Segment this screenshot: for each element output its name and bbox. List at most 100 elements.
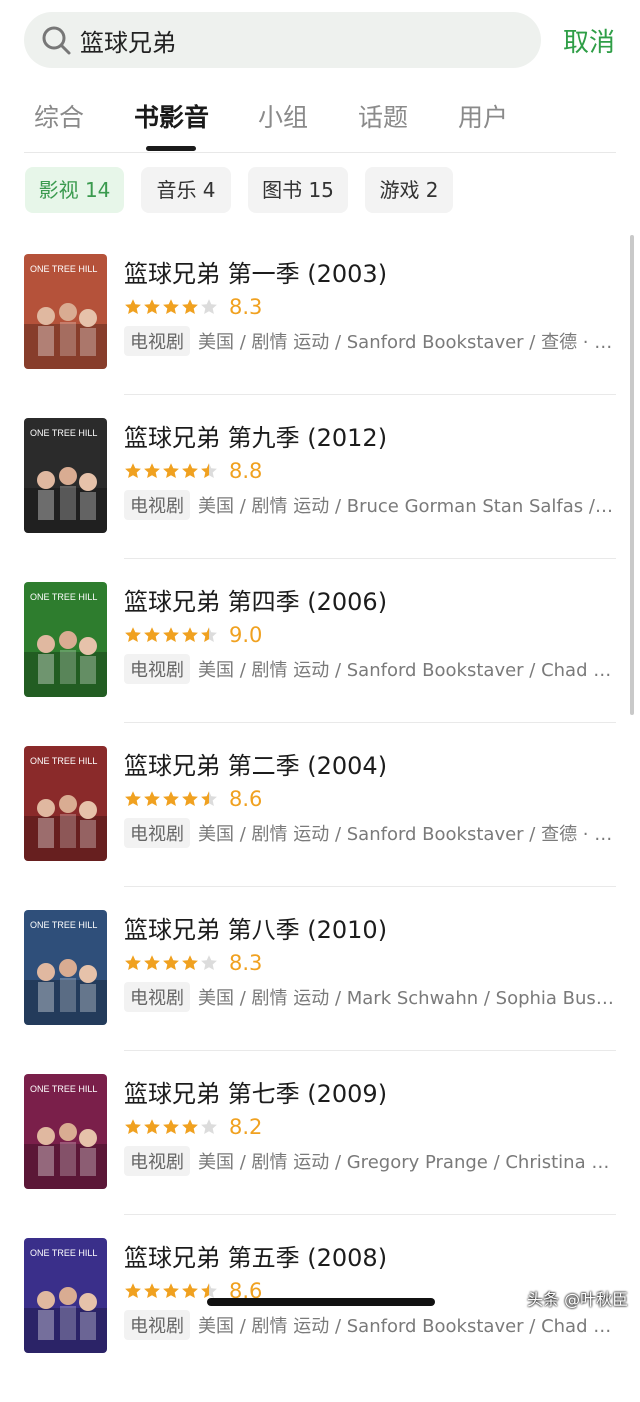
star-icon (182, 627, 198, 642)
result-title[interactable]: 篮球兄弟 第七季 (2009) (124, 1074, 387, 1109)
star-icon (144, 627, 160, 642)
star-icon (144, 463, 160, 478)
type-tag: 电视剧 (124, 818, 190, 848)
meta-row: 电视剧 美国 / 剧情 运动 / Mark Schwahn / Sophia Bu… (124, 982, 614, 1012)
active-tab-indicator (146, 146, 196, 151)
star-icon (182, 1119, 198, 1134)
rating-score: 8.3 (229, 295, 263, 319)
star-icon (144, 791, 160, 806)
result-title[interactable]: 篮球兄弟 第九季 (2012) (124, 418, 387, 453)
star-icon (201, 463, 217, 478)
filter-chip-film[interactable]: 影视 14 (25, 167, 124, 213)
star-icon (182, 299, 198, 314)
star-icon (125, 1119, 141, 1134)
tab-users[interactable]: 用户 (458, 98, 508, 134)
result-title[interactable]: 篮球兄弟 第四季 (2006) (124, 582, 387, 617)
meta-row: 电视剧 美国 / 剧情 运动 / Bruce Gorman Stan Salfas… (124, 490, 614, 520)
poster-logo-text: ONE TREE HILL (30, 920, 97, 930)
list-item[interactable]: ONE TREE HILL 篮球兄弟 第五季 (2008) 8.6 电视剧 美国 / 剧… (0, 1238, 640, 1402)
star-icon (163, 955, 179, 970)
star-icon (125, 955, 141, 970)
row-divider (124, 1214, 616, 1215)
result-title[interactable]: 篮球兄弟 第二季 (2004) (124, 746, 387, 781)
rating-score: 8.3 (229, 951, 263, 975)
rating-stars (124, 298, 219, 316)
list-item[interactable]: ONE TREE HILL 篮球兄弟 第二季 (2004) 8.6 电视剧 美国 / 剧… (0, 746, 640, 910)
category-tabs: 综合 书影音 小组 话题 用户 (0, 88, 640, 151)
search-input[interactable]: 篮球兄弟 (80, 23, 176, 58)
result-meta: 美国 / 剧情 运动 / Sanford Bookstaver / 查德 · … (198, 824, 613, 845)
search-icon (42, 26, 71, 55)
watermark: 头条 @叶秋臣 (527, 1290, 629, 1309)
row-divider (124, 1050, 616, 1051)
filter-chip-games[interactable]: 游戏 2 (365, 167, 453, 213)
star-icon (182, 463, 198, 478)
star-icon (144, 299, 160, 314)
result-title[interactable]: 篮球兄弟 第一季 (2003) (124, 254, 387, 289)
rating-row: 8.6 (124, 786, 262, 812)
result-meta: 美国 / 剧情 运动 / Sanford Bookstaver / 查德 · … (198, 332, 613, 353)
tab-media[interactable]: 书影音 (134, 98, 209, 134)
search-bar[interactable]: 篮球兄弟 (24, 12, 541, 68)
meta-row: 电视剧 美国 / 剧情 运动 / Sanford Bookstaver / Cha… (124, 654, 614, 684)
type-tag: 电视剧 (124, 490, 190, 520)
type-tag: 电视剧 (124, 1310, 190, 1340)
result-meta: 美国 / 剧情 运动 / Sanford Bookstaver / Chad M… (198, 1316, 614, 1337)
star-icon (201, 1119, 217, 1134)
star-icon (163, 299, 179, 314)
rating-row: 8.3 (124, 294, 262, 320)
poster-image[interactable]: ONE TREE HILL (24, 746, 107, 861)
row-divider (124, 558, 616, 559)
poster-image[interactable]: ONE TREE HILL (24, 1238, 107, 1353)
rating-row: 8.8 (124, 458, 262, 484)
result-meta: 美国 / 剧情 运动 / Sanford Bookstaver / Chad M… (198, 660, 614, 681)
home-indicator (207, 1298, 435, 1306)
result-title[interactable]: 篮球兄弟 第五季 (2008) (124, 1238, 387, 1273)
result-meta: 美国 / 剧情 运动 / Bruce Gorman Stan Salfas /… (198, 496, 613, 517)
poster-image[interactable]: ONE TREE HILL (24, 418, 107, 533)
poster-image[interactable]: ONE TREE HILL (24, 910, 107, 1025)
tabs-divider (24, 152, 616, 153)
scrollbar[interactable] (630, 235, 634, 715)
list-item[interactable]: ONE TREE HILL 篮球兄弟 第四季 (2006) 9.0 电视剧 美国 / 剧… (0, 582, 640, 746)
list-item[interactable]: ONE TREE HILL 篮球兄弟 第八季 (2010) 8.3 电视剧 美国 / 剧… (0, 910, 640, 1074)
tab-topics[interactable]: 话题 (358, 98, 408, 134)
row-divider (124, 722, 616, 723)
rating-score: 8.2 (229, 1115, 263, 1139)
star-icon (163, 1283, 179, 1298)
filter-chip-music[interactable]: 音乐 4 (141, 167, 231, 213)
list-item[interactable]: ONE TREE HILL 篮球兄弟 第一季 (2003) 8.3 电视剧 美国 / 剧… (0, 254, 640, 418)
poster-logo-text: ONE TREE HILL (30, 592, 97, 602)
poster-image[interactable]: ONE TREE HILL (24, 1074, 107, 1189)
result-meta: 美国 / 剧情 运动 / Gregory Prange / Christina … (198, 1152, 614, 1173)
star-icon (144, 1119, 160, 1134)
list-item[interactable]: ONE TREE HILL 篮球兄弟 第七季 (2009) 8.2 电视剧 美国 / 剧… (0, 1074, 640, 1238)
poster-logo-text: ONE TREE HILL (30, 1248, 97, 1258)
type-tag: 电视剧 (124, 326, 190, 356)
star-icon (201, 791, 217, 806)
rating-score: 9.0 (229, 623, 263, 647)
poster-logo-text: ONE TREE HILL (30, 1084, 97, 1094)
star-icon (182, 955, 198, 970)
rating-stars (124, 1118, 219, 1136)
type-tag: 电视剧 (124, 654, 190, 684)
tab-groups[interactable]: 小组 (258, 98, 308, 134)
list-item[interactable]: ONE TREE HILL 篮球兄弟 第九季 (2012) 8.8 电视剧 美国 / 剧… (0, 418, 640, 582)
rating-stars (124, 626, 219, 644)
star-icon (125, 627, 141, 642)
filter-chip-books[interactable]: 图书 15 (248, 167, 348, 213)
star-icon (201, 627, 217, 642)
result-title[interactable]: 篮球兄弟 第八季 (2010) (124, 910, 387, 945)
tab-general[interactable]: 综合 (34, 98, 84, 134)
poster-image[interactable]: ONE TREE HILL (24, 254, 107, 369)
type-tag: 电视剧 (124, 1146, 190, 1176)
cancel-button[interactable]: 取消 (563, 22, 615, 59)
star-icon (125, 299, 141, 314)
rating-stars (124, 462, 219, 480)
star-icon (201, 955, 217, 970)
poster-image[interactable]: ONE TREE HILL (24, 582, 107, 697)
star-icon (125, 791, 141, 806)
result-meta: 美国 / 剧情 运动 / Mark Schwahn / Sophia Bush… (198, 988, 614, 1009)
row-divider (124, 394, 616, 395)
rating-stars (124, 1282, 219, 1300)
